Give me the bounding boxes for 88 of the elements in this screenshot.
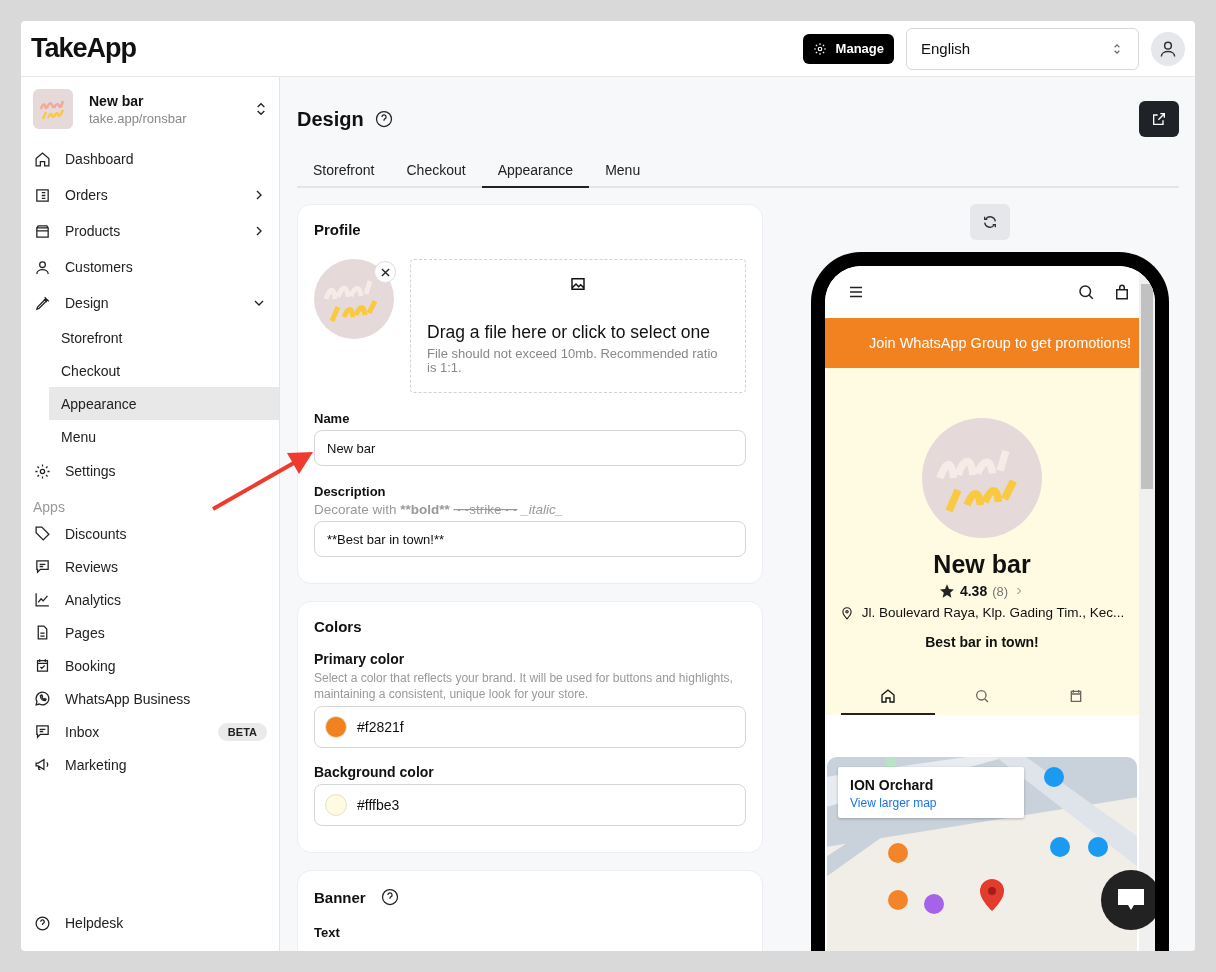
color-field[interactable]: #f2821f (314, 706, 746, 749)
megaphone-icon (34, 756, 51, 773)
sidebar-item[interactable]: Settings (21, 453, 279, 489)
sidebar-item[interactable]: Customers (21, 249, 279, 285)
place-name: ION Orchard (850, 777, 935, 793)
sidebar-item[interactable]: Reviews (21, 550, 279, 583)
search-icon[interactable] (1077, 283, 1095, 301)
name-field[interactable]: New bar (314, 430, 746, 466)
sidebar-item[interactable]: Marketing (21, 748, 279, 781)
sidebar-item[interactable]: Inbox BETA (21, 715, 279, 748)
field-hint: Decorate with **bold** ~~strike~~ _italic_ (314, 502, 565, 517)
list-icon (34, 186, 51, 204)
sidebar-subitem[interactable]: Checkout (49, 354, 279, 387)
location-pin-icon (839, 605, 854, 620)
image-icon (570, 276, 586, 292)
sidebar-item[interactable]: Products (21, 213, 279, 249)
sidebar-subitem[interactable]: Storefront (49, 321, 279, 354)
sidebar-item[interactable]: WhatsApp Business (21, 682, 279, 715)
sidebar-item[interactable]: Booking (21, 649, 279, 682)
tag-icon (34, 525, 51, 542)
field-label: Description (314, 484, 387, 499)
refresh-button[interactable] (970, 204, 1010, 240)
store-name: New bar (89, 92, 145, 109)
scrollbar-thumb[interactable] (1141, 284, 1153, 489)
remove-button[interactable] (374, 261, 396, 283)
search-icon (974, 688, 990, 704)
manage-button[interactable]: Manage (802, 33, 894, 64)
store-name: New bar (933, 550, 1031, 579)
rating-value: 4.38 (959, 583, 988, 599)
tab[interactable]: Menu (589, 154, 657, 188)
view-larger-map-link[interactable]: View larger map (850, 796, 1012, 810)
sidebar-item[interactable]: Dashboard (21, 141, 279, 177)
store-address: Jl. Boulevard Raya, Klp. Gading Tim., Kec... (861, 605, 1125, 620)
file-drop-zone[interactable]: Drag a file here or click to select one File should not exceed 10mb. Recommended ratio is 1:1. (410, 259, 746, 393)
settings-icon (812, 41, 827, 56)
settings-icon (34, 462, 51, 480)
sidebar-item[interactable]: Design (21, 285, 279, 321)
message-icon (34, 558, 51, 575)
field-hint: Select a color that reflects your brand. It will be used for buttons and highlights, maintaining a consistent, unique look for your store. (314, 671, 734, 703)
home-icon (880, 688, 896, 704)
whatsapp-icon (34, 690, 51, 707)
drop-hint: File should not exceed 10mb. Recommended ratio is 1:1. (427, 347, 719, 376)
page-title: Design (297, 107, 364, 131)
language-select[interactable]: English (906, 27, 1139, 70)
calendar-icon (1068, 688, 1084, 704)
open-external-button[interactable] (1139, 101, 1179, 137)
refresh-icon (982, 214, 998, 230)
calendar-icon (34, 657, 51, 674)
card-title: Colors (314, 618, 363, 635)
sidebar-item[interactable]: Analytics (21, 583, 279, 616)
field-label: Text (314, 925, 341, 941)
sidebar-subitem[interactable]: Menu (49, 420, 279, 453)
bag-icon[interactable] (1113, 283, 1131, 301)
store-description: Best bar in town! (925, 634, 1039, 650)
chart-icon (34, 591, 51, 608)
review-count: (8) (992, 583, 1009, 599)
card-title: Banner (314, 888, 366, 906)
tab[interactable]: Checkout (390, 154, 482, 188)
section-heading: Apps (32, 498, 66, 517)
user-avatar[interactable] (1151, 31, 1185, 66)
help-icon[interactable] (373, 109, 394, 129)
help-icon[interactable] (379, 887, 400, 908)
pen-icon (34, 294, 51, 312)
field-label: Primary color (314, 651, 406, 667)
box-icon (34, 222, 51, 240)
description-field[interactable]: **Best bar in town!** (314, 521, 746, 557)
message-icon (34, 723, 51, 740)
app-logo: TakeApp (31, 33, 137, 64)
tab[interactable]: Storefront (297, 154, 391, 188)
home-icon (34, 150, 51, 168)
close-icon (380, 267, 390, 277)
beta-badge: BETA (217, 722, 267, 741)
field-label: Background color (314, 764, 435, 781)
color-field[interactable]: #fffbe3 (314, 784, 746, 827)
store-url: take.app/ronsbar (89, 110, 187, 126)
help-icon (34, 914, 51, 932)
drop-title: Drag a file here or click to select one (427, 322, 712, 343)
external-link-icon (1151, 111, 1167, 127)
field-label: Name (314, 411, 351, 426)
tab[interactable]: Appearance (481, 154, 590, 188)
star-icon (938, 583, 955, 599)
sidebar-item[interactable]: Discounts (21, 517, 279, 550)
user-icon (34, 258, 51, 276)
sidebar-item[interactable]: Pages (21, 616, 279, 649)
sidebar-subitem[interactable]: Appearance (49, 387, 279, 420)
sidebar-item[interactable]: Helpdesk (21, 905, 279, 941)
sidebar-item[interactable]: Orders (21, 177, 279, 213)
card-title: Profile (314, 221, 362, 238)
